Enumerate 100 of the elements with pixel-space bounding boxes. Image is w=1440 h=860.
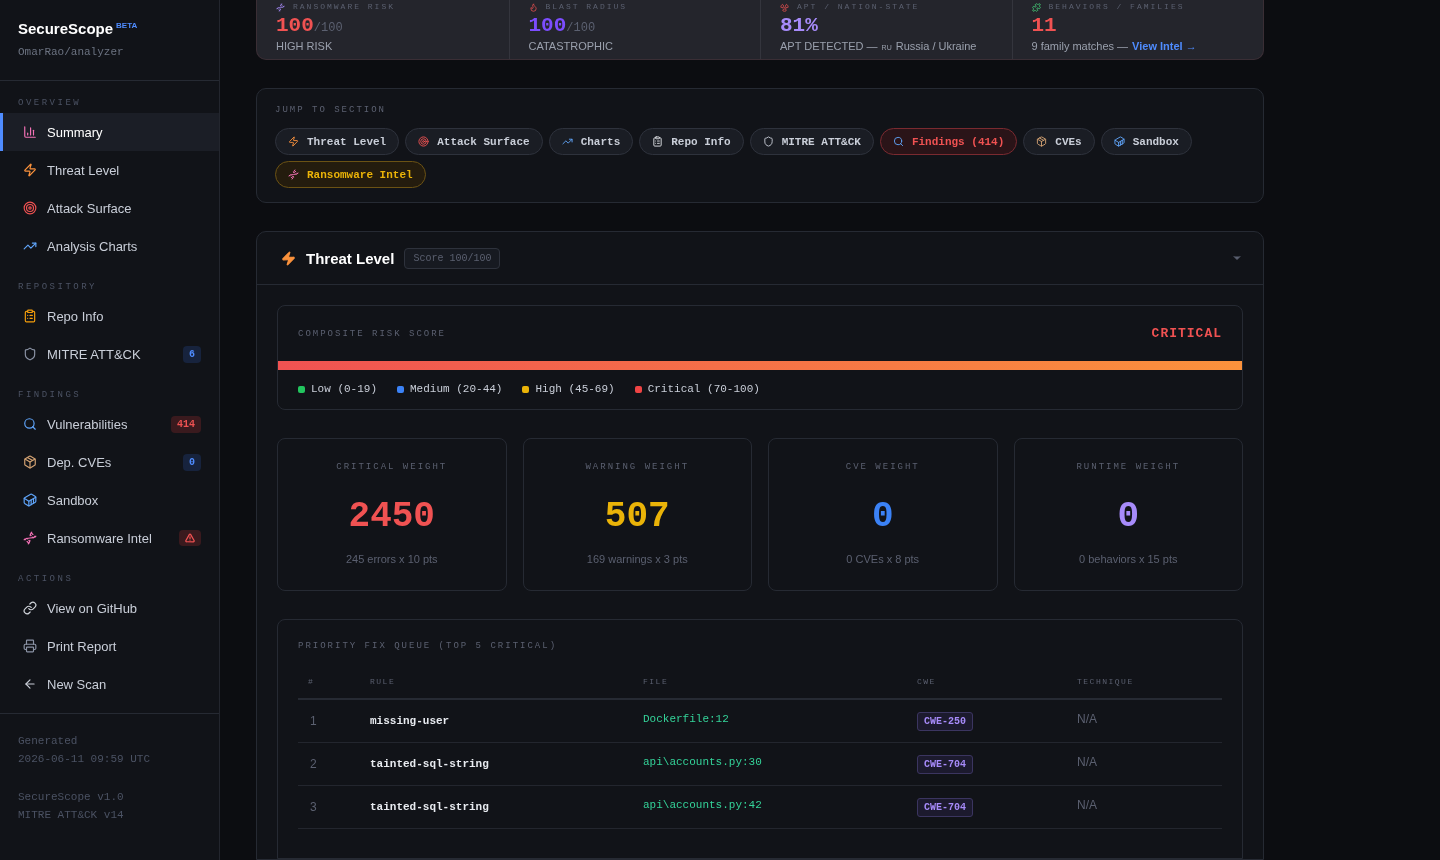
risk-rating: CRITICAL bbox=[1151, 326, 1222, 341]
weight-label: RUNTIME WEIGHT bbox=[1076, 462, 1181, 472]
jump-chip[interactable]: Threat Level bbox=[275, 128, 400, 155]
jump-chip[interactable]: Sandbox bbox=[1100, 128, 1192, 155]
row-number: 2 bbox=[309, 757, 317, 771]
stat-caption: CATASTROPHIC bbox=[528, 40, 614, 52]
brand-name: SecureScope bbox=[18, 20, 114, 37]
nav-item[interactable]: Sandbox bbox=[0, 481, 219, 519]
puzzle-icon bbox=[1031, 2, 1041, 12]
jump-chip[interactable]: Charts bbox=[548, 128, 634, 155]
weight-caption: 0 CVEs x 8 pts bbox=[846, 553, 920, 565]
weight-value: 0 bbox=[1117, 496, 1140, 537]
package-icon bbox=[23, 455, 37, 469]
row-number: 1 bbox=[309, 714, 317, 728]
nav-item[interactable]: MITRE ATT&CK 6 bbox=[0, 335, 219, 373]
lightning-icon bbox=[288, 136, 299, 147]
weight-value: 507 bbox=[604, 496, 670, 537]
column-header: # bbox=[298, 677, 370, 700]
weight-caption: 0 behaviors x 15 pts bbox=[1079, 553, 1178, 565]
footer-text: SecureScope v1.0 bbox=[18, 790, 125, 805]
card-title: JUMP TO SECTION bbox=[275, 105, 387, 115]
nav-item[interactable]: Analysis Charts bbox=[0, 227, 219, 265]
column-header: RULE bbox=[370, 677, 643, 700]
view-intel-link[interactable]: View Intel → bbox=[1132, 40, 1197, 52]
column-header: CWE bbox=[917, 677, 1077, 700]
weight-caption: 169 warnings x 3 pts bbox=[586, 553, 688, 565]
technique-cell: N/A bbox=[1077, 755, 1097, 769]
technique-cell: N/A bbox=[1077, 712, 1097, 726]
jump-chip[interactable]: CVEs bbox=[1023, 128, 1095, 155]
rule-cell: tainted-sql-string bbox=[370, 758, 489, 770]
footer-text: 2026-06-11 09:59 UTC bbox=[18, 752, 152, 767]
count-badge: 0 bbox=[183, 453, 201, 471]
footer-text: Generated bbox=[18, 734, 79, 749]
weight-value: 0 bbox=[871, 496, 894, 537]
container-icon bbox=[23, 493, 37, 507]
link-icon bbox=[23, 601, 37, 615]
nav-item[interactable]: New Scan bbox=[0, 665, 219, 703]
alert-badge bbox=[179, 530, 201, 546]
lightning-icon bbox=[23, 163, 37, 177]
dna-icon bbox=[276, 2, 285, 12]
hazard-icon bbox=[780, 2, 789, 12]
jump-chip[interactable]: Findings (414) bbox=[879, 128, 1018, 155]
stat-label: RANSOMWARE RISK bbox=[276, 2, 490, 12]
weight-caption: 245 errors x 10 pts bbox=[345, 553, 438, 565]
file-cell: Dockerfile:12 bbox=[643, 713, 729, 725]
section-title: ACTIONS bbox=[17, 573, 75, 586]
stat-caption: HIGH RISK bbox=[276, 40, 333, 52]
stat-caption: Russia / Ukraine bbox=[895, 40, 977, 52]
dna-icon bbox=[288, 169, 299, 180]
section-title: OVERVIEW bbox=[17, 97, 83, 110]
repo-name: OmarRao/analyzer bbox=[18, 46, 125, 58]
stat-label: APT / NATION-STATE bbox=[780, 2, 993, 12]
stat-label: BLAST RADIUS bbox=[528, 2, 741, 12]
jump-chip[interactable]: Ransomware Intel bbox=[275, 161, 426, 188]
nav-item[interactable]: Repo Info bbox=[0, 297, 219, 335]
cwe-tag: CWE-250 bbox=[917, 711, 973, 731]
bar-chart-icon bbox=[23, 125, 37, 139]
target-icon bbox=[418, 136, 430, 147]
file-cell: api\accounts.py:30 bbox=[643, 756, 762, 768]
jump-chip[interactable]: Attack Surface bbox=[405, 128, 543, 155]
nav-item[interactable]: Vulnerabilities 414 bbox=[0, 405, 219, 443]
weight-label: CVE WEIGHT bbox=[845, 462, 920, 472]
nav-item[interactable]: Summary bbox=[0, 113, 219, 151]
magnifier-icon bbox=[23, 417, 37, 431]
printer-icon bbox=[23, 639, 37, 653]
nav-item[interactable]: View on GitHub bbox=[0, 589, 219, 627]
cwe-tag: CWE-704 bbox=[917, 797, 973, 817]
nav-item[interactable]: Attack Surface bbox=[0, 189, 219, 227]
weight-value: 2450 bbox=[348, 496, 435, 537]
dna-icon bbox=[23, 531, 37, 545]
technique-cell: N/A bbox=[1077, 798, 1097, 812]
card-title: COMPOSITE RISK SCORE bbox=[298, 328, 447, 339]
stat-value: 100/100 bbox=[528, 14, 597, 37]
beta-tag: BETA bbox=[116, 20, 138, 30]
card-title: PRIORITY FIX QUEUE (TOP 5 CRITICAL) bbox=[298, 641, 559, 651]
file-cell: api\accounts.py:42 bbox=[643, 799, 762, 811]
weight-label: WARNING WEIGHT bbox=[585, 462, 690, 472]
legend-label: Medium (20-44) bbox=[410, 383, 503, 395]
trend-chart-icon bbox=[561, 136, 573, 147]
cwe-tag: CWE-704 bbox=[917, 754, 973, 774]
weight-label: CRITICAL WEIGHT bbox=[336, 462, 448, 472]
legend-label: Low (0-19) bbox=[311, 383, 377, 395]
flame-icon bbox=[528, 2, 538, 12]
jump-chip[interactable]: MITRE ATT&CK bbox=[749, 128, 874, 155]
package-icon bbox=[1036, 136, 1048, 147]
footer-text: MITRE ATT&CK v14 bbox=[18, 808, 125, 823]
nav-item[interactable]: Ransomware Intel bbox=[0, 519, 219, 557]
clipboard-icon bbox=[23, 309, 37, 323]
lightning-icon bbox=[281, 250, 296, 266]
nav-item[interactable]: Dep. CVEs 0 bbox=[0, 443, 219, 481]
row-number: 3 bbox=[309, 800, 317, 814]
stat-caption: APT DETECTED — bbox=[780, 40, 878, 52]
nav-item[interactable]: Print Report bbox=[0, 627, 219, 665]
nav-item[interactable]: Threat Level bbox=[0, 151, 219, 189]
rule-cell: missing-user bbox=[370, 715, 450, 727]
jump-chip[interactable]: Repo Info bbox=[639, 128, 744, 155]
stat-value: 81% bbox=[780, 14, 819, 37]
container-icon bbox=[1113, 136, 1125, 147]
count-badge: 414 bbox=[171, 415, 201, 433]
shield-icon bbox=[23, 347, 37, 361]
